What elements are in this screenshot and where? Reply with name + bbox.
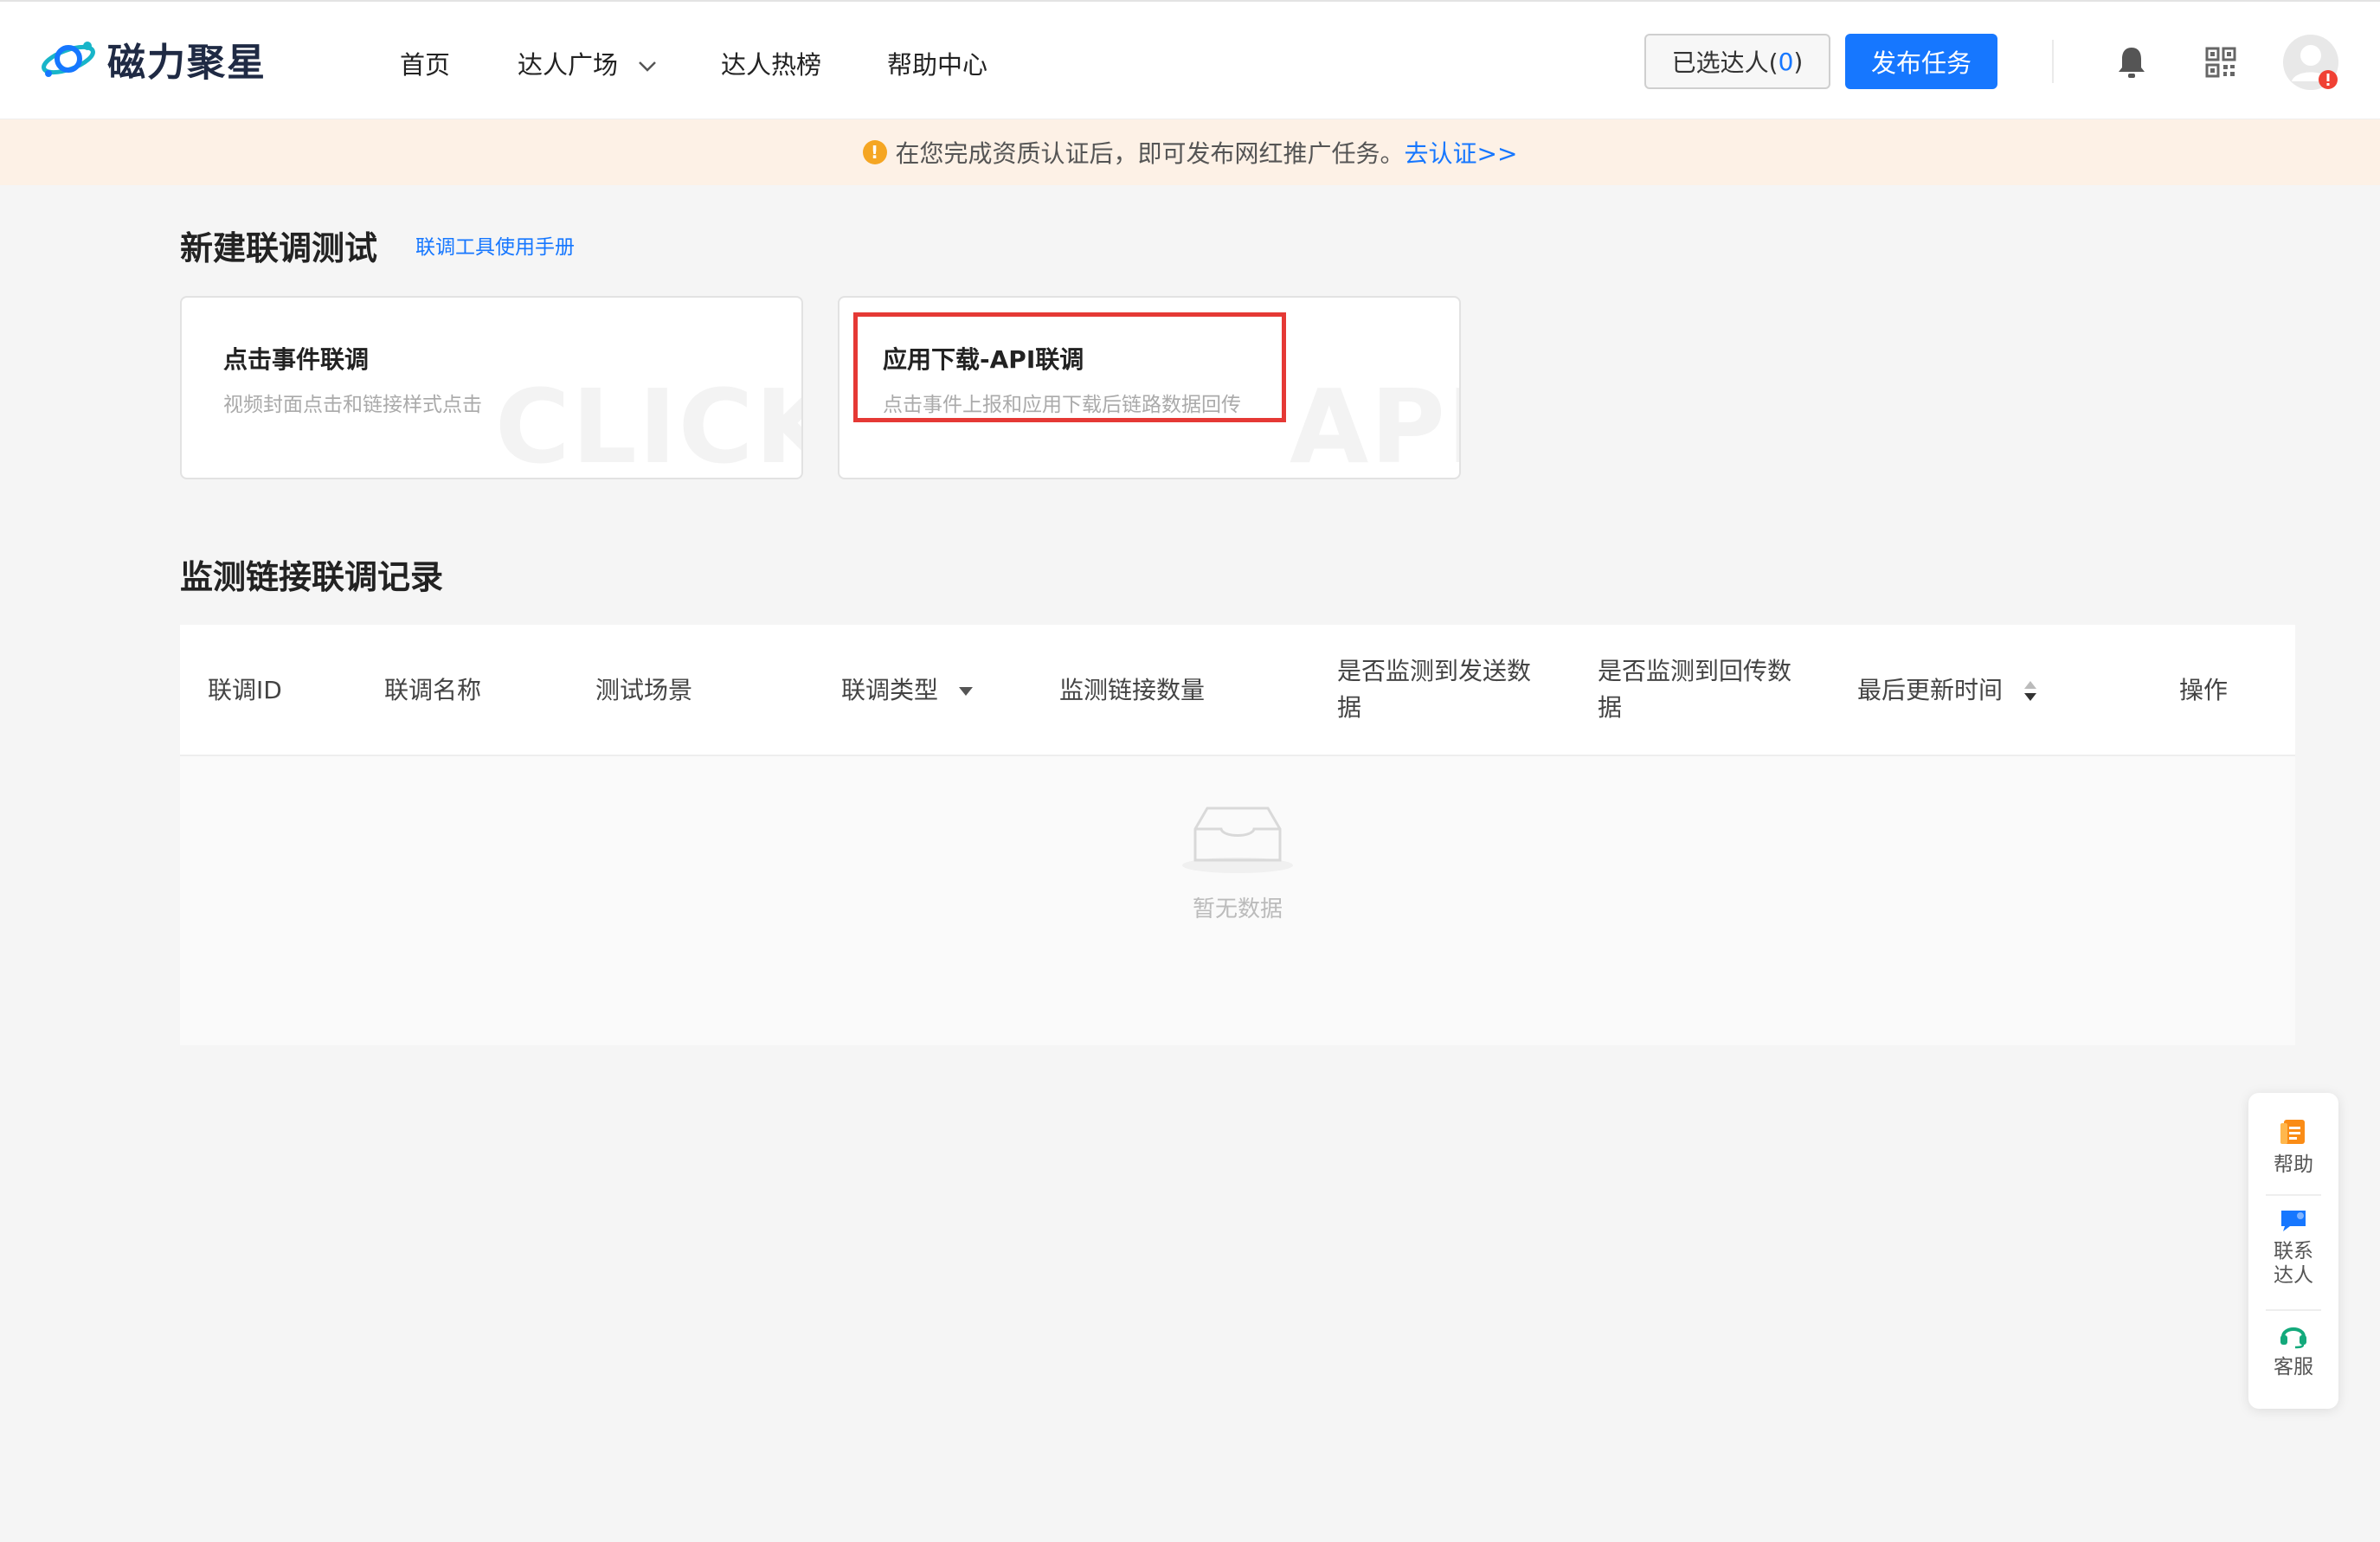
logo-text: 磁力聚星	[107, 41, 267, 85]
sort-icon[interactable]	[2023, 679, 2038, 704]
warning-icon: !	[862, 140, 887, 164]
publish-task-button[interactable]: 发布任务	[1845, 34, 1997, 89]
side-contact-line2: 达人	[2274, 1264, 2313, 1287]
card-watermark: API	[1290, 367, 1459, 479]
chat-icon	[2281, 1211, 2306, 1231]
col-actions: 操作	[2179, 676, 2229, 704]
empty-inbox-icon	[1182, 806, 1293, 873]
nav-home[interactable]: 首页	[400, 45, 450, 81]
chevron-down-icon	[639, 61, 657, 72]
selected-count: 0	[1778, 47, 1794, 76]
records-table: 联调ID 联调名称 测试场景 联调类型 监测链接数量 是否监测到发送数 据 是否…	[180, 625, 2295, 1045]
selected-close-paren: )	[1793, 47, 1804, 76]
qrcode-icon[interactable]	[2203, 45, 2238, 80]
headset-icon	[2280, 1327, 2306, 1349]
empty-state: 暂无数据	[180, 798, 2295, 923]
floating-side-panel: 帮助 联系 达人 客服	[2248, 1093, 2338, 1409]
top-header: 磁力聚星 首页 达人广场 达人热榜 帮助中心 已选达人(0) 发布任务	[0, 0, 2380, 119]
nav-influencer-square[interactable]: 达人广场	[518, 45, 657, 81]
nav-influencer-ranking[interactable]: 达人热榜	[721, 45, 821, 81]
highlight-box	[853, 312, 1286, 422]
nav-influencer-square-label: 达人广场	[518, 50, 619, 80]
help-doc-icon	[2280, 1120, 2305, 1144]
new-test-title: 新建联调测试	[180, 229, 378, 267]
logo[interactable]: 磁力聚星	[40, 33, 267, 85]
col-type-label: 联调类型	[841, 676, 939, 704]
nav-help-center[interactable]: 帮助中心	[887, 45, 987, 81]
col-updated-time[interactable]: 最后更新时间	[1857, 672, 2038, 709]
col-updated-time-label: 最后更新时间	[1857, 676, 2004, 704]
bell-icon[interactable]	[2113, 43, 2150, 81]
filter-caret-icon[interactable]	[958, 686, 974, 697]
col-name: 联调名称	[384, 676, 482, 704]
certification-banner: ! 在您完成资质认证后，即可发布网红推广任务。 去认证>>	[0, 119, 2380, 185]
card-title: 点击事件联调	[223, 345, 370, 374]
card-click-event[interactable]: CLICK 点击事件联调 视频封面点击和链接样式点击	[180, 296, 803, 479]
avatar[interactable]	[2281, 33, 2340, 92]
col-send-detected-line2: 据	[1337, 693, 1362, 722]
col-return-detected: 是否监测到回传数 据	[1598, 653, 1791, 726]
col-return-detected-line1: 是否监测到回传数	[1598, 657, 1792, 685]
selected-label: 已选达人(	[1671, 48, 1779, 77]
records-title: 监测链接联调记录	[180, 558, 444, 596]
card-desc: 视频封面点击和链接样式点击	[223, 394, 482, 416]
side-contact-influencer[interactable]: 联系 达人	[2248, 1207, 2338, 1288]
col-return-detected-line2: 据	[1598, 693, 1623, 722]
selected-influencers-button[interactable]: 已选达人(0)	[1644, 34, 1830, 89]
side-contact-line1: 联系	[2274, 1240, 2313, 1263]
empty-text: 暂无数据	[1192, 896, 1283, 922]
col-id: 联调ID	[208, 676, 282, 704]
col-send-detected: 是否监测到发送数 据	[1337, 653, 1531, 726]
certify-link[interactable]: 去认证>>	[1405, 135, 1518, 170]
col-scene: 测试场景	[595, 676, 693, 704]
logo-icon	[42, 42, 95, 77]
side-customer-service[interactable]: 客服	[2248, 1320, 2338, 1379]
side-separator	[2266, 1194, 2321, 1196]
side-service-label: 客服	[2274, 1356, 2313, 1378]
side-help[interactable]: 帮助	[2248, 1117, 2338, 1177]
manual-link[interactable]: 联调工具使用手册	[415, 230, 575, 260]
side-separator	[2266, 1309, 2321, 1311]
table-header: 联调ID 联调名称 测试场景 联调类型 监测链接数量 是否监测到发送数 据 是否…	[180, 625, 2295, 756]
banner-text: 在您完成资质认证后，即可发布网红推广任务。	[895, 139, 1405, 168]
card-watermark: CLICK	[495, 367, 803, 479]
header-divider	[2052, 40, 2054, 83]
col-link-count: 监测链接数量	[1059, 676, 1206, 704]
side-help-label: 帮助	[2274, 1153, 2313, 1176]
col-send-detected-line1: 是否监测到发送数	[1337, 657, 1532, 685]
col-type[interactable]: 联调类型	[841, 672, 974, 709]
